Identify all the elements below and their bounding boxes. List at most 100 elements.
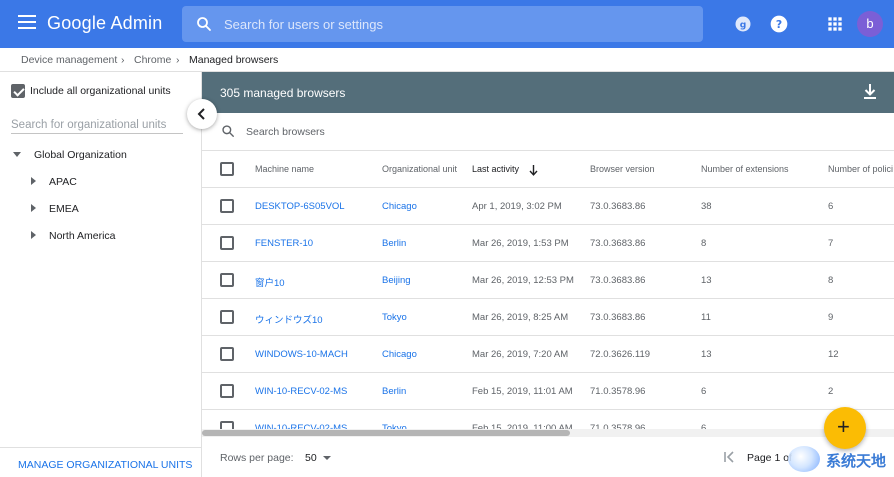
extensions-count: 11 [701, 312, 711, 323]
top-app-bar: Google Admin g ? b [0, 0, 894, 48]
breadcrumb: Device management › Chrome › Managed bro… [0, 48, 894, 72]
extensions-count: 38 [701, 201, 712, 212]
table-row[interactable]: 窗户10 Beijing Mar 26, 2019, 12:53 PM 73.0… [202, 262, 894, 299]
manage-ou-footer: MANAGE ORGANIZATIONAL UNITS [0, 447, 202, 477]
collapse-panel-button[interactable] [187, 99, 217, 129]
column-header-last-activity[interactable]: Last activity [472, 164, 519, 174]
breadcrumb-chrome[interactable]: Chrome [134, 54, 171, 66]
column-header-extensions[interactable]: Number of extensions [701, 164, 789, 174]
table-row[interactable]: WIN-10-RECV-02-MS Berlin Feb 15, 2019, 1… [202, 373, 894, 410]
first-page-icon[interactable] [723, 451, 737, 463]
add-browser-button[interactable]: + [824, 407, 866, 449]
breadcrumb-device-management[interactable]: Device management [21, 54, 117, 66]
machine-name-link[interactable]: 窗户10 [255, 275, 285, 289]
tree-item-apac[interactable]: APAC [49, 176, 77, 188]
org-unit-link[interactable]: Chicago [382, 201, 417, 212]
org-unit-panel: Include all organizational units Global … [0, 72, 202, 477]
expand-arrow-icon[interactable] [31, 204, 36, 212]
breadcrumb-managed-browsers: Managed browsers [189, 54, 279, 66]
column-header-machine-name[interactable]: Machine name [255, 164, 314, 174]
machine-name-link[interactable]: WINDOWS-10-MACH [255, 349, 348, 360]
table-row[interactable]: WINDOWS-10-MACH Chicago Mar 26, 2019, 7:… [202, 336, 894, 373]
machine-name-link[interactable]: DESKTOP-6S05VOL [255, 201, 345, 212]
chevron-left-icon [197, 108, 205, 120]
browsers-count-title: 305 managed browsers [220, 86, 346, 100]
org-unit-link[interactable]: Beijing [382, 275, 411, 286]
global-search-input[interactable] [224, 6, 684, 42]
svg-text:?: ? [776, 18, 782, 31]
app-brand[interactable]: Google Admin [47, 13, 162, 34]
chevron-down-icon[interactable] [323, 456, 331, 460]
table-row[interactable]: ウィンドウズ10 Tokyo Mar 26, 2019, 8:25 AM 73.… [202, 299, 894, 336]
expand-arrow-icon[interactable] [13, 152, 21, 157]
policies-count: 8 [828, 275, 834, 286]
column-header-browser-version[interactable]: Browser version [590, 164, 655, 174]
search-icon [222, 125, 234, 137]
browsers-search-input[interactable] [246, 123, 546, 141]
tree-item-emea[interactable]: EMEA [49, 203, 79, 215]
browsers-main: 305 managed browsers Machine name Organi… [202, 72, 894, 477]
global-search[interactable] [182, 6, 703, 42]
tree-item-global-organization[interactable]: Global Organization [34, 149, 127, 161]
menu-icon[interactable] [18, 15, 36, 33]
org-unit-link[interactable]: Berlin [382, 238, 406, 249]
machine-name-link[interactable]: ウィンドウズ10 [255, 312, 323, 326]
column-header-policies[interactable]: Number of polici [828, 164, 893, 174]
browser-version: 73.0.3683.86 [590, 312, 646, 323]
select-all-checkbox[interactable] [220, 162, 234, 176]
org-unit-link[interactable]: Tokyo [382, 312, 407, 323]
rows-per-page-select[interactable]: 50 [305, 452, 317, 464]
page-indicator: Page 1 of [747, 452, 792, 464]
org-unit-link[interactable]: Berlin [382, 386, 406, 397]
last-activity: Feb 15, 2019, 11:01 AM [472, 386, 573, 397]
tree-item-north-america[interactable]: North America [49, 230, 116, 242]
watermark-text: 系统天地 [826, 452, 887, 470]
manage-ou-link[interactable]: MANAGE ORGANIZATIONAL UNITS [18, 459, 192, 471]
browser-version: 73.0.3683.86 [590, 201, 646, 212]
row-checkbox[interactable] [220, 273, 234, 287]
browser-version: 72.0.3626.119 [590, 349, 651, 360]
extensions-count: 13 [701, 275, 712, 286]
table-horizontal-scrollbar[interactable] [202, 429, 894, 437]
last-activity: Mar 26, 2019, 8:25 AM [472, 312, 569, 323]
expand-arrow-icon[interactable] [31, 177, 36, 185]
table-row[interactable]: FENSTER-10 Berlin Mar 26, 2019, 1:53 PM … [202, 225, 894, 262]
svg-text:g: g [740, 19, 747, 30]
account-avatar[interactable]: b [857, 11, 883, 37]
row-checkbox[interactable] [220, 384, 234, 398]
scrollbar-thumb[interactable] [202, 430, 570, 436]
expand-arrow-icon[interactable] [31, 231, 36, 239]
extensions-count: 6 [701, 386, 707, 397]
machine-name-link[interactable]: WIN-10-RECV-02-MS [255, 386, 347, 397]
machine-name-link[interactable]: FENSTER-10 [255, 238, 313, 249]
plus-icon: + [837, 414, 850, 439]
sort-descending-icon[interactable] [529, 165, 538, 176]
column-header-org-unit[interactable]: Organizational unit [382, 164, 457, 174]
table-row[interactable]: DESKTOP-6S05VOL Chicago Apr 1, 2019, 3:0… [202, 188, 894, 225]
row-checkbox[interactable] [220, 310, 234, 324]
browser-version: 73.0.3683.86 [590, 275, 646, 286]
breadcrumb-separator: › [121, 54, 125, 66]
last-activity: Apr 1, 2019, 3:02 PM [472, 201, 562, 212]
breadcrumb-separator: › [176, 54, 180, 66]
include-all-ou-checkbox[interactable] [11, 84, 25, 98]
last-activity: Mar 26, 2019, 7:20 AM [472, 349, 569, 360]
include-all-ou-label: Include all organizational units [30, 85, 171, 97]
apps-shortcut-icon[interactable]: g [733, 14, 753, 34]
org-unit-link[interactable]: Chicago [382, 349, 417, 360]
row-checkbox[interactable] [220, 347, 234, 361]
download-icon[interactable] [862, 83, 878, 101]
policies-count: 12 [828, 349, 839, 360]
last-activity: Mar 26, 2019, 12:53 PM [472, 275, 574, 286]
row-checkbox[interactable] [220, 236, 234, 250]
row-checkbox[interactable] [220, 199, 234, 213]
policies-count: 9 [828, 312, 834, 323]
ou-search-input[interactable] [11, 116, 183, 134]
extensions-count: 8 [701, 238, 707, 249]
browsers-search-bar [202, 113, 894, 151]
policies-count: 2 [828, 386, 834, 397]
help-icon[interactable]: ? [769, 14, 789, 34]
extensions-count: 13 [701, 349, 712, 360]
apps-grid-icon[interactable] [825, 14, 845, 34]
browser-version: 73.0.3683.86 [590, 238, 646, 249]
